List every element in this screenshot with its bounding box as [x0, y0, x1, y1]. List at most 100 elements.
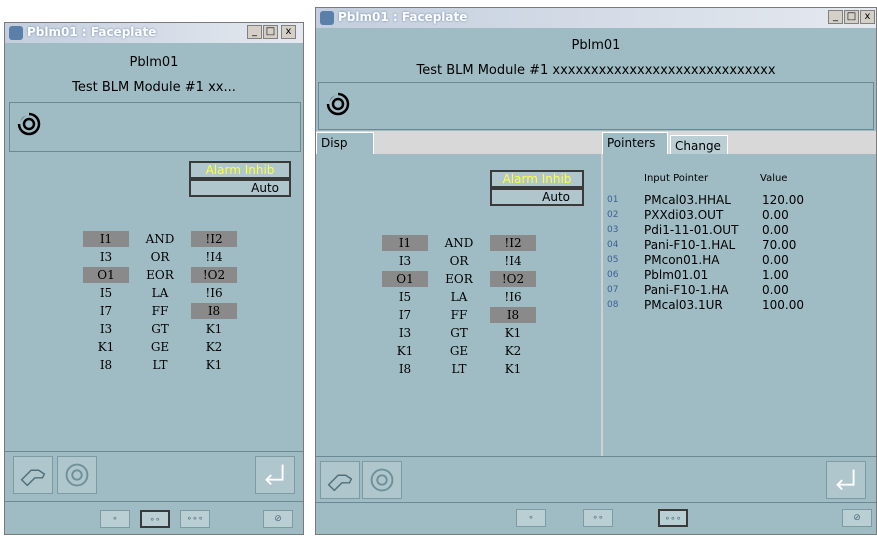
block-description: Test BLM Module #1 xxxxxxxxxxxxxxxxxxxxx…	[416, 63, 776, 78]
pointer-value: 120.00	[762, 193, 804, 207]
enter-icon[interactable]	[255, 456, 295, 494]
nav-level-1-button[interactable]: ∘	[516, 509, 546, 527]
swirl-logo-icon	[326, 92, 350, 116]
logic-cell: OR	[449, 254, 469, 268]
pointer-name: Pani-F10-1.HA	[644, 283, 729, 297]
logic-cell: K1	[504, 326, 522, 340]
window-title: Pblm01 : Faceplate	[338, 10, 468, 24]
pointer-value: 1.00	[762, 268, 789, 282]
close-button[interactable]: x	[860, 10, 875, 24]
pointer-name: PMcon01.HA	[644, 253, 720, 267]
logic-cell: LA	[450, 290, 468, 304]
app-icon	[320, 11, 334, 25]
swirl-logo-icon	[17, 112, 41, 136]
pointer-row[interactable]: 02 PXXdi03.OUT 0.00	[603, 208, 875, 223]
logo-panel	[318, 82, 874, 130]
logic-cell: LT	[451, 362, 467, 376]
logic-cell: GT	[450, 326, 468, 340]
minimize-button[interactable]: _	[828, 10, 843, 24]
pin-icon[interactable]: ⊘	[842, 509, 872, 527]
title-bar[interactable]: Pblm01 : Faceplate _ □ x	[5, 23, 303, 43]
nav-level-1-button[interactable]: ∘	[100, 510, 130, 528]
logic-cell: !I4	[504, 254, 522, 268]
pointer-value: 0.00	[762, 253, 789, 267]
pointer-value: 70.00	[762, 238, 797, 252]
logic-cell: LT	[152, 358, 168, 372]
faceplate-window-left: Pblm01 : Faceplate _ □ x Pblm01 Test BLM…	[4, 22, 304, 535]
swirl-button-icon[interactable]	[362, 461, 402, 499]
pin-icon[interactable]: ⊘	[263, 510, 293, 528]
logic-cell: I3	[398, 254, 412, 268]
enter-icon[interactable]	[826, 461, 866, 499]
pointer-name: PMcal03.HHAL	[644, 193, 731, 207]
title-bar[interactable]: Pblm01 : Faceplate _ □ x	[316, 8, 876, 28]
logic-cell: FF	[151, 304, 169, 318]
pointer-index: 04	[607, 240, 619, 250]
pointer-row[interactable]: 06 Pblm01.01 1.00	[603, 268, 875, 283]
logic-cell: AND	[444, 236, 474, 250]
close-button[interactable]: x	[281, 25, 296, 39]
logic-cell: O1	[382, 271, 428, 287]
logic-cell: I7	[99, 304, 113, 318]
nav-bar: ∘ ∘∘ ∘∘∘ ⊘	[5, 501, 303, 536]
pointer-name: Pdi1-11-01.OUT	[644, 223, 739, 237]
alarm-inhibit-button[interactable]: Alarm Inhib	[490, 170, 584, 188]
logic-cell: I1	[83, 231, 129, 247]
pointer-value: 100.00	[762, 298, 804, 312]
pointer-name: Pani-F10-1.HAL	[644, 238, 736, 252]
logic-cell: !I6	[205, 286, 223, 300]
toolbar	[316, 456, 876, 501]
nav-level-3-button[interactable]: ∘∘∘	[658, 509, 688, 527]
pointer-index: 01	[607, 195, 619, 205]
pointer-list: 01 PMcal03.HHAL 120.00 02 PXXdi03.OUT 0.00 03 P…	[603, 193, 875, 323]
logic-cell: K1	[205, 358, 223, 372]
pointer-index: 05	[607, 255, 619, 265]
pointer-name: PMcal03.1UR	[644, 298, 723, 312]
pointer-index: 08	[607, 300, 619, 310]
pointer-row[interactable]: 01 PMcal03.HHAL 120.00	[603, 193, 875, 208]
logic-cell: I8	[191, 303, 237, 319]
swirl-button-icon[interactable]	[57, 456, 97, 494]
nav-level-2-button[interactable]: ∘∘	[140, 510, 170, 528]
pointer-row[interactable]: 03 Pdi1-11-01.OUT 0.00	[603, 223, 875, 238]
block-name: Pblm01	[129, 55, 179, 70]
pointer-name: PXXdi03.OUT	[644, 208, 724, 222]
logic-cell: GE	[150, 340, 170, 354]
pointer-name: Pblm01.01	[644, 268, 709, 282]
pointer-index: 07	[607, 285, 619, 295]
logic-cell: I3	[99, 322, 113, 336]
pointer-row[interactable]: 08 PMcal03.1UR 100.00	[603, 298, 875, 313]
app-icon	[9, 26, 23, 40]
logic-cell: I5	[398, 290, 412, 304]
value-header: Value	[760, 173, 788, 184]
logic-cell: !I4	[205, 250, 223, 264]
logic-cell: !I2	[490, 235, 536, 251]
pointer-row[interactable]: 07 Pani-F10-1.HA 0.00	[603, 283, 875, 298]
alarm-inhibit-button[interactable]: Alarm Inhib	[189, 161, 291, 179]
auto-mode-button[interactable]: Auto	[189, 179, 291, 197]
pointer-row[interactable]: 04 Pani-F10-1.HAL 70.00	[603, 238, 875, 253]
nav-level-3-button[interactable]: ∘∘∘	[180, 510, 210, 528]
window-title: Pblm01 : Faceplate	[27, 25, 157, 39]
maximize-button[interactable]: □	[844, 10, 859, 24]
nav-level-2-button[interactable]: ∘∘	[583, 509, 613, 527]
hand-icon[interactable]	[13, 456, 53, 494]
auto-mode-button[interactable]: Auto	[490, 188, 584, 206]
logic-cell: K1	[97, 340, 115, 354]
tab-disp[interactable]: Disp	[316, 132, 374, 154]
faceplate-window-right: Pblm01 : Faceplate _ □ x Pblm01 Test BLM…	[315, 7, 877, 535]
logic-cell: K1	[205, 322, 223, 336]
logic-cell: O1	[83, 267, 129, 283]
hand-icon[interactable]	[320, 461, 360, 499]
minimize-button[interactable]: _	[247, 25, 262, 39]
block-description: Test BLM Module #1 xx...	[72, 80, 236, 95]
logic-cell: I8	[99, 358, 113, 372]
logic-cell: I8	[490, 307, 536, 323]
pointer-row[interactable]: 05 PMcon01.HA 0.00	[603, 253, 875, 268]
tab-pointers[interactable]: Pointers	[602, 132, 668, 154]
block-name: Pblm01	[571, 38, 621, 53]
logic-cell: I3	[398, 326, 412, 340]
maximize-button[interactable]: □	[263, 25, 278, 39]
tab-change[interactable]: Change	[670, 135, 728, 154]
logo-panel	[9, 102, 301, 152]
